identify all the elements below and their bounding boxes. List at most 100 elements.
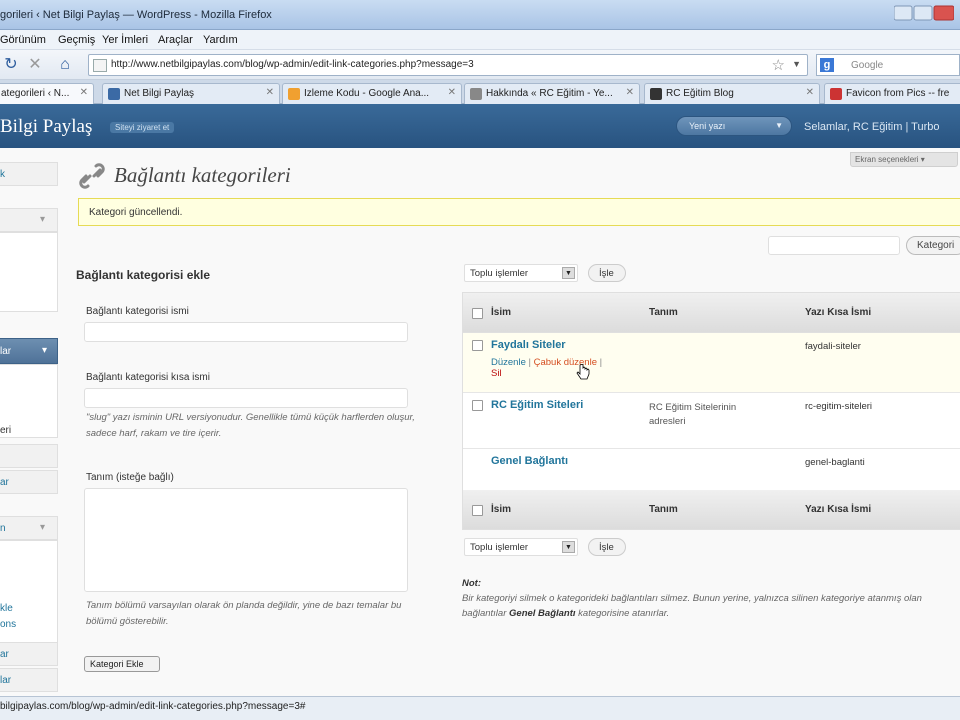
google-logo-icon[interactable]: g: [820, 58, 834, 72]
column-description[interactable]: Tanım: [649, 307, 678, 318]
sidebar-item-links[interactable]: lar ▾: [0, 338, 58, 364]
edit-link[interactable]: Düzenle: [491, 357, 526, 368]
reload-icon[interactable]: ↻: [0, 55, 22, 75]
apply-label: İşle: [599, 268, 614, 279]
tab-label: Net Bilgi Paylaş: [124, 88, 195, 99]
page-title: Bağlantı kategorileri: [114, 163, 291, 187]
tab-close-icon[interactable]: ✕: [80, 87, 88, 98]
category-slug: faydali-siteler: [805, 341, 861, 352]
menu-view[interactable]: Görünüm: [0, 34, 46, 46]
add-category-button[interactable]: Kategori Ekle: [84, 656, 160, 672]
sidebar-item-dashboard[interactable]: k: [0, 162, 58, 186]
sidebar-submenu-item[interactable]: ons: [0, 619, 16, 630]
sidebar-item-posts[interactable]: ▾: [0, 208, 58, 232]
menu-help[interactable]: Yardım: [203, 34, 238, 46]
tab-net-bilgi[interactable]: Net Bilgi Paylaş ✕: [102, 83, 280, 104]
window-controls-icon[interactable]: [894, 4, 954, 22]
row-checkbox[interactable]: [472, 340, 483, 351]
apply-button-top[interactable]: İşle: [588, 264, 626, 282]
row-checkbox[interactable]: [472, 400, 483, 411]
tab-label: Hakkında « RC Eğitim - Ye...: [486, 88, 613, 99]
tab-favicon-from-pics[interactable]: Favicon from Pics -- fre: [824, 83, 960, 104]
select-all-checkbox[interactable]: [472, 505, 483, 516]
sidebar-item-label: k: [0, 169, 5, 180]
sidebar-item-comments[interactable]: ar: [0, 470, 58, 494]
table-footer: İsim Tanım Yazı Kısa İsmi: [463, 490, 960, 530]
user-greeting[interactable]: Selamlar, RC Eğitim | Turbo: [804, 121, 940, 133]
sidebar-submenu: [0, 232, 58, 312]
bulk-actions-select-top[interactable]: Toplu işlemler ▼: [464, 264, 578, 282]
select-all-checkbox[interactable]: [472, 308, 483, 319]
sidebar-submenu-current[interactable]: eri: [0, 425, 11, 436]
column-description[interactable]: Tanım: [649, 504, 678, 515]
tab-google-analytics[interactable]: İzleme Kodu - Google Ana... ✕: [282, 83, 462, 104]
address-bar[interactable]: http://www.netbilgipaylas.com/blog/wp-ad…: [88, 54, 808, 76]
sidebar-item-pages[interactable]: [0, 444, 58, 468]
sidebar-toggle-icon[interactable]: ▾: [40, 214, 45, 225]
bookmark-star-icon[interactable]: ☆: [772, 56, 785, 74]
new-post-dropdown[interactable]: Yeni yazı ▼: [676, 116, 792, 136]
column-name[interactable]: İsim: [491, 307, 511, 318]
menu-tools[interactable]: Araçlar: [158, 34, 193, 46]
sidebar-item-label: lar: [0, 346, 12, 357]
web-search-input[interactable]: g Google: [816, 54, 960, 76]
menu-history[interactable]: Geçmiş: [58, 34, 95, 46]
add-category-button-label: Kategori Ekle: [90, 659, 144, 669]
description-textarea[interactable]: [84, 488, 408, 592]
column-name[interactable]: İsim: [491, 504, 511, 515]
analytics-favicon-icon: [288, 88, 300, 100]
search-placeholder: Google: [851, 60, 884, 71]
category-name-input[interactable]: [84, 322, 408, 342]
search-categories-button[interactable]: Kategori: [906, 236, 960, 255]
category-name-link[interactable]: Faydalı Siteler: [491, 339, 566, 351]
search-button-label: Kategori: [917, 240, 955, 251]
sidebar-item-tools[interactable]: lar: [0, 668, 58, 692]
description-help-text: Tanım bölümü varsayılan olarak ön planda…: [86, 600, 402, 627]
note-text-after: kategorisine atanırlar.: [575, 608, 670, 619]
sidebar-item-users[interactable]: ar: [0, 642, 58, 666]
apply-button-bottom[interactable]: İşle: [588, 538, 626, 556]
blog-favicon-icon: [650, 88, 662, 100]
note-title: Not:: [462, 578, 481, 589]
admin-sidebar: k ▾ lar ▾ eri ar n ▾ kle ons ar lar: [0, 148, 58, 696]
delete-link[interactable]: Sil: [491, 368, 502, 379]
screen-options-button[interactable]: Ekran seçenekleri ▾: [850, 152, 958, 167]
tab-link-categories[interactable]: ategorileri ‹ N... ✕: [0, 83, 94, 104]
column-slug[interactable]: Yazı Kısa İsmi: [805, 307, 871, 318]
page-favicon-icon: [93, 59, 107, 72]
sidebar-item-appearance[interactable]: n ▾: [0, 516, 58, 540]
sidebar-item-label: n: [0, 523, 6, 534]
address-dropdown-icon[interactable]: ▼: [792, 59, 801, 69]
tab-close-icon[interactable]: ✕: [266, 87, 274, 98]
category-slug: rc-egitim-siteleri: [805, 401, 873, 412]
tab-close-icon[interactable]: ✕: [626, 87, 634, 98]
category-name-link[interactable]: RC Eğitim Siteleri: [491, 399, 583, 411]
delete-note: Not: Bir kategoriyi silmek o kategoridek…: [462, 576, 960, 621]
bulk-actions-select-bottom[interactable]: Toplu işlemler ▼: [464, 538, 578, 556]
menu-bookmarks[interactable]: Yer İmleri: [102, 34, 148, 46]
category-name-label: Bağlantı kategorisi ismi: [86, 306, 189, 317]
category-name-link[interactable]: Genel Bağlantı: [491, 455, 568, 467]
column-slug[interactable]: Yazı Kısa İsmi: [805, 504, 871, 515]
tab-label: Favicon from Pics -- fre: [846, 88, 950, 99]
tab-label: ategorileri ‹ N...: [1, 88, 70, 99]
chevron-down-icon: ▼: [562, 267, 575, 279]
sidebar-submenu-item[interactable]: kle: [0, 603, 13, 614]
stop-icon[interactable]: ✕: [24, 55, 46, 75]
tab-rc-egitim-blog[interactable]: RC Eğitim Blog ✕: [644, 83, 820, 104]
sidebar-toggle-icon[interactable]: ▾: [42, 345, 47, 356]
site-title[interactable]: Bilgi Paylaş: [0, 116, 92, 138]
table-header: İsim Tanım Yazı Kısa İsmi: [463, 293, 960, 333]
add-category-heading: Bağlantı kategorisi ekle: [76, 268, 211, 282]
home-icon[interactable]: ⌂: [54, 55, 76, 75]
category-search-input[interactable]: [768, 236, 900, 255]
tab-close-icon[interactable]: ✕: [448, 87, 456, 98]
apply-label: İşle: [599, 542, 614, 553]
category-slug-input[interactable]: [84, 388, 408, 408]
sidebar-item-label: lar: [0, 675, 12, 686]
tab-hakkinda[interactable]: Hakkında « RC Eğitim - Ye... ✕: [464, 83, 640, 104]
sidebar-toggle-icon[interactable]: ▾: [40, 522, 45, 533]
tab-close-icon[interactable]: ✕: [806, 87, 814, 98]
tab-label: İzleme Kodu - Google Ana...: [304, 88, 430, 99]
visit-site-button[interactable]: Siteyi ziyaret et: [110, 122, 175, 133]
